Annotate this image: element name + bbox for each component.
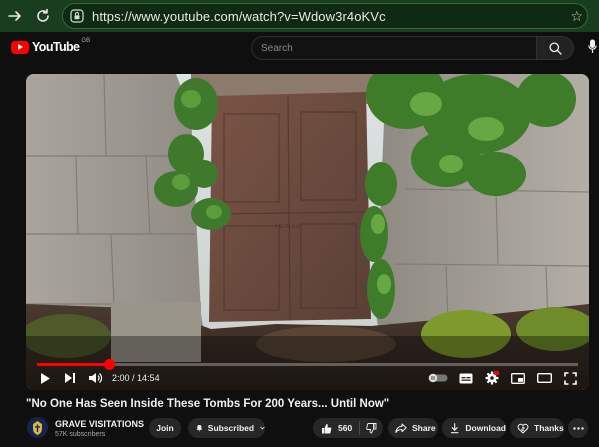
channel-logo-icon [27,417,48,438]
thumbs-up-icon [322,423,332,433]
download-button[interactable]: Download [442,418,506,438]
youtube-header: YouTube GB [0,32,599,66]
fullscreen-button[interactable] [562,370,578,386]
address-bar[interactable]: https://www.youtube.com/watch?v=Wdow3r4o… [62,3,588,29]
miniplayer-button[interactable] [510,370,526,386]
youtube-logo[interactable]: YouTube GB [11,38,91,54]
thanks-label: Thanks [534,423,564,433]
reload-icon [37,8,49,22]
super-thanks-icon [517,423,529,434]
volume-button[interactable] [87,370,103,386]
time-separator: / [129,373,138,383]
search-bar [251,36,574,60]
current-time: 2:00 [112,373,130,383]
share-label: Share [412,423,436,433]
time-display: 2:00 / 14:54 [112,373,160,383]
youtube-logo-text: YouTube [32,40,80,54]
subtitles-icon [459,373,473,383]
forward-button[interactable] [2,0,28,32]
total-time: 14:54 [137,373,160,383]
browser-toolbar: https://www.youtube.com/watch?v=Wdow3r4o… [0,0,599,32]
play-icon [41,372,50,384]
share-icon [395,423,407,433]
microphone-icon[interactable] [588,39,597,54]
like-button[interactable]: 560 [313,423,359,434]
share-button[interactable]: Share [388,418,438,438]
miniplayer-icon [511,372,525,384]
subscribed-label: Subscribed [207,423,255,433]
like-dislike-group: 560 [313,418,383,438]
play-button[interactable] [37,370,53,386]
forward-arrow-icon [8,11,21,21]
dislike-button[interactable] [360,422,383,434]
download-icon [450,423,459,434]
subscribed-button[interactable]: Subscribed [188,418,265,438]
subscriber-count: 57K subscribers [55,431,106,438]
channel-name[interactable]: GRAVE VISITATIONS [55,419,144,429]
thumbs-down-icon [366,422,377,433]
search-input[interactable] [251,36,537,60]
reload-button[interactable] [30,0,56,32]
youtube-play-logo-icon [11,40,29,54]
star-icon[interactable]: ☆ [570,8,583,25]
settings-button[interactable] [484,370,500,386]
video-player[interactable]: HOYLES 2:00 / 14:54 [26,74,589,390]
next-button[interactable] [62,370,78,386]
player-controls: 2:00 / 14:54 [26,366,589,390]
bell-icon [196,424,203,432]
search-button[interactable] [537,36,574,60]
join-button[interactable]: Join [149,418,181,438]
thanks-button[interactable]: Thanks [510,418,564,438]
more-horizontal-icon [572,426,584,430]
lock-icon[interactable] [70,9,84,23]
channel-avatar[interactable] [27,417,48,438]
more-actions-button[interactable] [568,418,588,438]
fullscreen-icon [563,371,577,385]
video-frame: HOYLES [26,74,589,390]
country-code: GB [81,38,91,44]
join-label: Join [156,423,174,433]
url-text: https://www.youtube.com/watch?v=Wdow3r4o… [92,8,386,24]
like-count: 560 [338,423,353,433]
subtitles-button[interactable] [458,370,474,386]
chevron-down-icon [260,426,265,430]
gear-icon [485,371,499,385]
search-icon [548,41,562,55]
svg-text:HOYLES: HOYLES [276,224,300,230]
download-label: Download [465,423,506,433]
video-title: "No One Has Seen Inside These Tombs For … [26,398,390,410]
volume-icon [89,373,102,383]
next-icon [65,373,75,383]
theater-mode-icon [536,373,552,383]
theater-mode-button[interactable] [536,370,552,386]
autoplay-toggle-icon [428,373,448,383]
autoplay-toggle[interactable] [428,370,448,386]
